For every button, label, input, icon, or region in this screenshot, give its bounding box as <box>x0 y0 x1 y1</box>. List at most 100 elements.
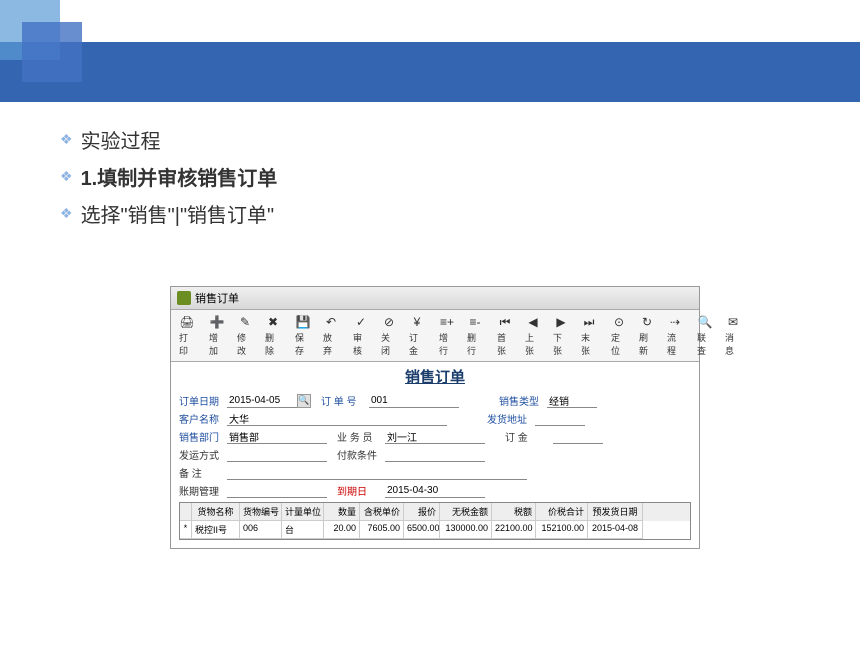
刷新-icon: ↻ <box>639 314 655 330</box>
toolbar-末张-button[interactable]: ⏭末张 <box>575 312 603 359</box>
order-date-label: 订单日期 <box>179 393 227 408</box>
联查-icon: 🔍 <box>697 314 713 330</box>
bullet-3: 选择"销售"|"销售订单" <box>81 199 275 228</box>
上张-icon: ◀ <box>525 314 541 330</box>
sale-type-input[interactable] <box>547 394 597 408</box>
line-items-grid: 货物名称 货物编号 计量单位 数量 含税单价 报价 无税金额 税额 价税合计 预… <box>179 502 691 540</box>
form-title: 销售订单 <box>179 366 691 387</box>
修改-icon: ✎ <box>237 314 253 330</box>
toolbar-增行-button[interactable]: ≡+增行 <box>433 312 461 359</box>
审核-icon: ✓ <box>353 314 369 330</box>
toolbar-label: 打印 <box>179 331 195 357</box>
toolbar-下张-button[interactable]: ▶下张 <box>547 312 575 359</box>
放弃-icon: ↶ <box>323 314 339 330</box>
toolbar-label: 审核 <box>353 331 369 357</box>
dept-input[interactable] <box>227 430 327 444</box>
salesman-label: 业 务 员 <box>337 429 385 444</box>
customer-input[interactable] <box>227 412 447 426</box>
pay-term-input[interactable] <box>385 448 485 462</box>
流程-icon: ⇢ <box>667 314 683 330</box>
toolbar-label: 删行 <box>467 331 483 357</box>
toolbar-消息-button[interactable]: ✉消息 <box>719 312 747 359</box>
toolbar-审核-button[interactable]: ✓审核 <box>347 312 375 359</box>
cell-unit[interactable]: 台 <box>282 521 324 539</box>
toolbar-首张-button[interactable]: ⏮首张 <box>491 312 519 359</box>
app-icon <box>177 291 191 305</box>
credit-input[interactable] <box>227 484 327 498</box>
toolbar-刷新-button[interactable]: ↻刷新 <box>633 312 661 359</box>
col-price[interactable]: 含税单价 <box>360 503 404 521</box>
salesman-input[interactable] <box>385 430 485 444</box>
toolbar-增加-button[interactable]: ➕增加 <box>203 312 231 359</box>
col-qty[interactable]: 数量 <box>324 503 360 521</box>
col-code[interactable]: 货物编号 <box>240 503 282 521</box>
deposit-label: 订 金 <box>505 429 553 444</box>
toolbar-保存-button[interactable]: 💾保存 <box>289 312 317 359</box>
header-decoration <box>0 0 860 105</box>
toolbar-打印-button[interactable]: 🖨打印 <box>173 312 201 359</box>
bullet-1: 实验过程 <box>81 125 161 154</box>
remark-input[interactable] <box>227 466 527 480</box>
cell-total[interactable]: 152100.00 <box>536 521 588 539</box>
bullet-icon: ❖ <box>60 205 73 222</box>
toolbar-删除-button[interactable]: ✖删除 <box>259 312 287 359</box>
增加-icon: ➕ <box>209 314 225 330</box>
订金-icon: ¥ <box>409 314 425 330</box>
cell-qty[interactable]: 20.00 <box>324 521 360 539</box>
cell-notax[interactable]: 130000.00 <box>440 521 492 539</box>
col-tax[interactable]: 税额 <box>492 503 536 521</box>
bullet-icon: ❖ <box>60 131 73 148</box>
cell-price[interactable]: 7605.00 <box>360 521 404 539</box>
toolbar-label: 订金 <box>409 331 425 357</box>
lookup-icon[interactable]: 🔍 <box>297 394 311 408</box>
toolbar-label: 联查 <box>697 331 713 357</box>
bullet-icon: ❖ <box>60 168 73 185</box>
slide-content: ❖ 实验过程 ❖ 1.填制并审核销售订单 ❖ 选择"销售"|"销售订单" <box>0 105 860 256</box>
末张-icon: ⏭ <box>581 314 597 330</box>
cell-tax[interactable]: 22100.00 <box>492 521 536 539</box>
toolbar-label: 修改 <box>237 331 253 357</box>
toolbar-关闭-button[interactable]: ⊘关闭 <box>375 312 403 359</box>
ship-addr-input[interactable] <box>535 412 585 426</box>
deposit-input[interactable] <box>553 430 603 444</box>
bullet-2: 1.填制并审核销售订单 <box>81 162 278 191</box>
toolbar-订金-button[interactable]: ¥订金 <box>403 312 431 359</box>
due-date-input[interactable] <box>385 484 485 498</box>
关闭-icon: ⊘ <box>381 314 397 330</box>
toolbar-删行-button[interactable]: ≡-删行 <box>461 312 489 359</box>
order-no-label: 订 单 号 <box>321 393 369 408</box>
消息-icon: ✉ <box>725 314 741 330</box>
col-quote[interactable]: 报价 <box>404 503 440 521</box>
col-notax[interactable]: 无税金额 <box>440 503 492 521</box>
toolbar-联查-button[interactable]: 🔍联查 <box>691 312 719 359</box>
toolbar-修改-button[interactable]: ✎修改 <box>231 312 259 359</box>
order-no-input[interactable] <box>369 394 459 408</box>
toolbar-label: 增加 <box>209 331 225 357</box>
grid-header: 货物名称 货物编号 计量单位 数量 含税单价 报价 无税金额 税额 价税合计 预… <box>180 503 690 521</box>
保存-icon: 💾 <box>295 314 311 330</box>
首张-icon: ⏮ <box>497 314 513 330</box>
sale-type-label: 销售类型 <box>499 393 547 408</box>
col-unit[interactable]: 计量单位 <box>282 503 324 521</box>
cell-name[interactable]: 税控II号 <box>192 521 240 539</box>
table-row[interactable]: * 税控II号 006 台 20.00 7605.00 6500.00 1300… <box>180 521 690 539</box>
col-ship[interactable]: 预发货日期 <box>588 503 643 521</box>
toolbar-label: 放弃 <box>323 331 339 357</box>
增行-icon: ≡+ <box>439 314 455 330</box>
col-total[interactable]: 价税合计 <box>536 503 588 521</box>
删除-icon: ✖ <box>265 314 281 330</box>
toolbar-流程-button[interactable]: ⇢流程 <box>661 312 689 359</box>
cell-code[interactable]: 006 <box>240 521 282 539</box>
pay-term-label: 付款条件 <box>337 447 385 462</box>
dept-label: 销售部门 <box>179 429 227 444</box>
cell-quote[interactable]: 6500.00 <box>404 521 440 539</box>
toolbar-定位-button[interactable]: ⊙定位 <box>605 312 633 359</box>
toolbar-放弃-button[interactable]: ↶放弃 <box>317 312 345 359</box>
order-date-input[interactable] <box>227 394 297 408</box>
toolbar-label: 上张 <box>525 331 541 357</box>
ship-method-input[interactable] <box>227 448 327 462</box>
toolbar-上张-button[interactable]: ◀上张 <box>519 312 547 359</box>
cell-ship[interactable]: 2015-04-08 <box>588 521 643 539</box>
col-name[interactable]: 货物名称 <box>192 503 240 521</box>
toolbar-label: 关闭 <box>381 331 397 357</box>
